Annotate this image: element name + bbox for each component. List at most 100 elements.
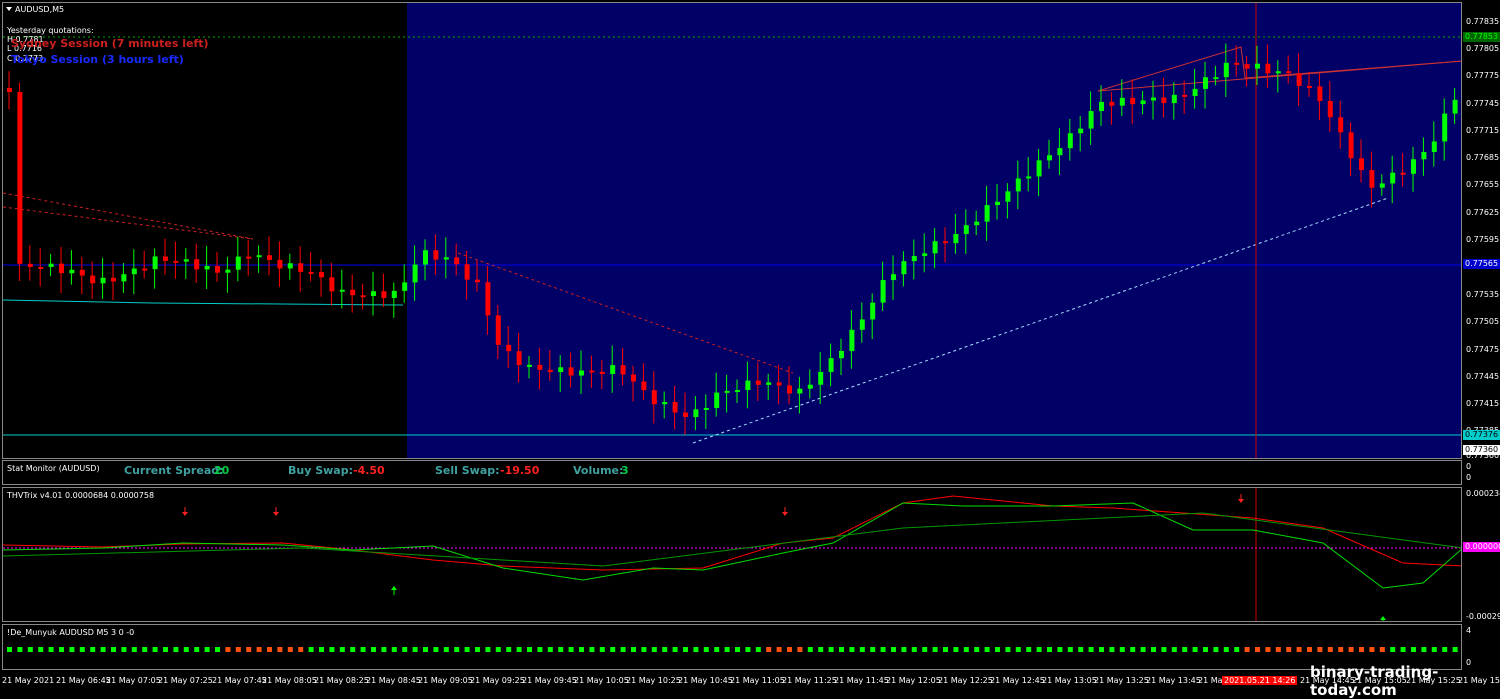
bear-candle [79, 269, 85, 276]
bear-candle [1109, 101, 1115, 106]
stat-monitor-title: Stat Monitor (AUDUSD) [7, 464, 100, 473]
bear-candle [215, 265, 220, 273]
bear-candle [142, 268, 148, 271]
bear-candle [1244, 64, 1250, 69]
trix-pane[interactable]: THVTrix v4.01 0.0000684 0.0000758 [2, 487, 1462, 622]
bear-candle [1234, 62, 1240, 65]
stat-monitor-pane[interactable]: Stat Monitor (AUDUSD) Current Spread: 20… [2, 460, 1462, 485]
munyuk-pane[interactable]: !De_Munyuk AUDUSD M5 3 0 -0 [2, 624, 1462, 670]
quotes-title: Yesterday quotations: [7, 26, 94, 35]
signal-dot [641, 647, 647, 652]
bull-candle [703, 407, 709, 410]
time-tick-label: 21 May 13:45 [1146, 676, 1201, 685]
signal-dot [693, 647, 699, 652]
bull-candle [714, 392, 720, 408]
signal-dot [1244, 647, 1250, 652]
bull-candle [610, 365, 616, 375]
bull-candle [1379, 183, 1385, 188]
bull-candle [1192, 88, 1198, 97]
signal-dot [755, 647, 761, 652]
price-tick-label: 0.77535 [1466, 290, 1500, 299]
signal-dot [984, 647, 990, 652]
signal-dot [1088, 647, 1094, 652]
bull-candle [724, 390, 730, 393]
price-tick-label: 0.77835 [1466, 17, 1500, 26]
signal-dot [38, 647, 44, 652]
bull-candle [839, 350, 844, 359]
stat-axis: 0 0 [1462, 460, 1500, 485]
bear-candle [27, 263, 33, 267]
bear-candle [506, 344, 512, 352]
bull-candle [766, 382, 772, 385]
time-tick-label: 21 May 12:05 [886, 676, 941, 685]
signal-dot [1286, 647, 1292, 652]
chart-dropdown-icon[interactable] [6, 7, 12, 11]
bear-candle [163, 256, 168, 261]
bear-candle [568, 367, 574, 376]
signal-dot [142, 647, 148, 652]
signal-dot [1275, 647, 1281, 652]
bull-candle [256, 255, 262, 258]
signal-dot [1140, 647, 1146, 652]
bull-candle [828, 358, 834, 372]
signal-dot [59, 647, 64, 652]
signal-dot [329, 647, 335, 652]
signal-dot [454, 647, 460, 652]
signal-dot [121, 647, 127, 652]
signal-dot [735, 647, 740, 652]
signal-dot [943, 647, 948, 652]
price-axis[interactable]: 0.77835 0.77805 0.77775 0.77745 0.77715 0.776… [1462, 2, 1500, 460]
signal-dot [298, 647, 304, 652]
bear-candle [1338, 117, 1344, 133]
signal-dot [495, 647, 501, 652]
trendline [3, 206, 254, 240]
signal-dot [724, 647, 730, 652]
bull-candle [558, 367, 564, 373]
bull-candle [1213, 77, 1219, 80]
signal-dot [1130, 647, 1136, 652]
signal-dot [537, 647, 543, 652]
signal-dot [17, 647, 23, 652]
bull-candle [287, 263, 293, 269]
bull-candle [911, 256, 917, 262]
signal-dot [443, 647, 449, 652]
bull-candle [1390, 172, 1396, 184]
bull-candle [579, 370, 584, 376]
signal-dot [48, 647, 54, 652]
bear-candle [787, 385, 792, 394]
bull-candle [870, 302, 876, 320]
signal-dot [1099, 647, 1104, 652]
bear-candle [194, 259, 200, 270]
bull-candle [1171, 94, 1177, 104]
bull-candle [735, 390, 740, 393]
signal-dot [1047, 647, 1052, 652]
bear-candle [1182, 94, 1188, 97]
price-tick-label: 0.77745 [1466, 99, 1500, 108]
bear-candle [475, 279, 480, 283]
signal-dot [319, 647, 324, 652]
bull-candle [984, 205, 990, 222]
bull-candle [1431, 141, 1437, 153]
bear-candle [381, 291, 387, 298]
signal-dot [1317, 647, 1323, 652]
signal-dot [1327, 647, 1333, 652]
signal-dot [891, 647, 896, 652]
signal-dot [547, 647, 553, 652]
trix-slow-line [3, 512, 1461, 567]
bull-candle [204, 265, 210, 270]
last-price-tag: 0.77360 [1463, 445, 1500, 455]
time-tick-label: 21 May 11:05 [730, 676, 785, 685]
bear-candle [641, 381, 647, 391]
bull-candle [121, 274, 127, 282]
price-tick-label: 0.77715 [1466, 126, 1500, 135]
bull-candle [339, 289, 345, 292]
signal-dot [339, 647, 345, 652]
bear-candle [298, 263, 304, 272]
signal-dot [703, 647, 709, 652]
signal-dot [204, 647, 210, 652]
signal-dot [194, 647, 200, 652]
time-tick-label: 21 May 11:45 [834, 676, 889, 685]
trix-canvas [3, 488, 1461, 621]
price-chart-pane[interactable]: AUDUSD,M5 Yesterday quotations: H 0.7781… [2, 2, 1462, 459]
bear-candle [1369, 170, 1375, 188]
